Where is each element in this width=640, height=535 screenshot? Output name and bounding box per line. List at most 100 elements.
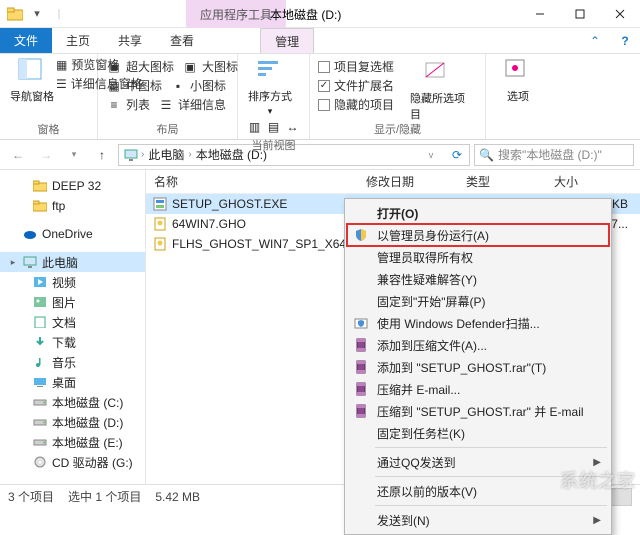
layout-s[interactable]: ▪小图标 <box>170 77 226 94</box>
menu-item[interactable]: 通过QQ发送到▶ <box>347 451 609 473</box>
menu-item[interactable]: 压缩到 "SETUP_GHOST.rar" 并 E-mail <box>347 400 609 422</box>
nav-item[interactable]: 音乐 <box>0 352 145 372</box>
column-headers[interactable]: 名称 修改日期 类型 大小 <box>146 170 640 194</box>
nav-item-label: 本地磁盘 (D:) <box>52 414 123 431</box>
size-columns-icon[interactable]: ↔ <box>285 119 301 135</box>
nav-item[interactable]: 本地磁盘 (E:) <box>0 432 145 452</box>
menu-item[interactable]: 管理员取得所有权 <box>347 246 609 268</box>
close-button[interactable] <box>600 0 640 28</box>
nav-item[interactable]: ▸网络 <box>0 480 145 484</box>
layout-l[interactable]: ▣大图标 <box>182 58 238 75</box>
help-button[interactable]: ? <box>610 28 640 53</box>
group-showhide-label: 显示/隐藏 <box>318 121 477 137</box>
nav-item[interactable]: 视频 <box>0 272 145 292</box>
group-by-icon[interactable]: ▥ <box>247 119 263 135</box>
view-icons-button[interactable] <box>610 488 632 506</box>
menu-item[interactable]: 打开(O) <box>347 202 609 224</box>
status-selection: 选中 1 个项目 <box>68 488 141 505</box>
nav-item[interactable]: ▸此电脑 <box>0 252 145 272</box>
col-size[interactable]: 大小 <box>546 173 640 190</box>
col-type[interactable]: 类型 <box>458 173 546 190</box>
qat-divider: | <box>50 5 68 23</box>
col-name[interactable]: 名称 <box>146 173 358 190</box>
nav-item[interactable]: 文档 <box>0 312 145 332</box>
menu-item-label: 发送到(N) <box>377 512 430 529</box>
tab-view[interactable]: 查看 <box>156 28 208 53</box>
menu-item-label: 还原以前的版本(V) <box>377 483 477 500</box>
refresh-button[interactable]: ⟳ <box>445 143 469 167</box>
drive-icon <box>32 394 48 410</box>
menu-item[interactable]: 添加到压缩文件(A)... <box>347 334 609 356</box>
menu-item[interactable]: 还原以前的版本(V) <box>347 480 609 502</box>
nav-item-label: CD 驱动器 (G:) <box>52 454 133 471</box>
details-pane-button[interactable]: ☰详细信息窗格 <box>56 75 89 92</box>
nav-item-label: 本地磁盘 (C:) <box>52 394 123 411</box>
defender-icon <box>353 315 369 331</box>
nav-item-label: 网络 <box>42 482 66 485</box>
layout-details[interactable]: ☰详细信息 <box>158 96 226 113</box>
preview-pane-button[interactable]: ▦预览窗格 <box>56 56 89 73</box>
nav-pane-button[interactable]: 导航窗格 <box>8 58 56 104</box>
menu-item-label: 以管理员身份运行(A) <box>377 227 489 244</box>
shield-icon <box>353 227 369 243</box>
layout-m[interactable]: ▦中图标 <box>106 77 162 94</box>
tab-home[interactable]: 主页 <box>52 28 104 53</box>
layout-list[interactable]: ≡列表 <box>106 96 150 113</box>
menu-item[interactable]: 压缩并 E-mail... <box>347 378 609 400</box>
options-button[interactable]: 选项 <box>494 58 542 104</box>
col-date[interactable]: 修改日期 <box>358 173 458 190</box>
nav-item-label: DEEP 32 <box>52 179 101 193</box>
group-panes-label: 窗格 <box>8 121 89 137</box>
ribbon-collapse-button[interactable]: ⌃ <box>580 28 610 53</box>
crumb-root[interactable]: 此电脑 <box>146 146 186 163</box>
menu-item-label: 打开(O) <box>377 205 418 222</box>
menu-item[interactable]: 固定到任务栏(K) <box>347 422 609 444</box>
downloads-icon <box>32 334 48 350</box>
menu-item-label: 添加到 "SETUP_GHOST.rar"(T) <box>377 359 546 376</box>
menu-item[interactable]: 以管理员身份运行(A) <box>347 224 609 246</box>
folder-icon <box>32 198 48 214</box>
sort-button[interactable]: 排序方式▾ <box>246 58 294 117</box>
back-button[interactable]: ← <box>6 143 30 167</box>
tab-manage[interactable]: 管理 <box>260 28 314 53</box>
nav-item[interactable]: 下载 <box>0 332 145 352</box>
add-columns-icon[interactable]: ▤ <box>266 119 282 135</box>
history-dropdown[interactable]: v <box>419 143 443 167</box>
nav-item[interactable]: 本地磁盘 (D:) <box>0 412 145 432</box>
nav-item[interactable]: 桌面 <box>0 372 145 392</box>
file-name: 64WIN7.GHO <box>172 217 372 231</box>
submenu-arrow-icon: ▶ <box>593 515 601 526</box>
nav-item[interactable]: DEEP 32 <box>0 176 145 196</box>
ribbon-tabs: 文件 主页 共享 查看 管理 ⌃ ? <box>0 28 640 54</box>
docs-icon <box>32 314 48 330</box>
nav-item-label: ftp <box>52 199 65 213</box>
menu-item[interactable]: 使用 Windows Defender扫描... <box>347 312 609 334</box>
menu-item[interactable]: 兼容性疑难解答(Y) <box>347 268 609 290</box>
menu-item[interactable]: 发送到(N) ▶ <box>347 509 609 531</box>
nav-item[interactable]: CD 驱动器 (G:) <box>0 452 145 472</box>
nav-item-label: 此电脑 <box>42 254 78 271</box>
maximize-button[interactable] <box>560 0 600 28</box>
nav-item[interactable]: ftp <box>0 196 145 216</box>
nav-tree[interactable]: DEEP 32 ftp OneDrive ▸此电脑视频图片文档下载音乐桌面本地磁盘 (… <box>0 170 146 484</box>
tab-share[interactable]: 共享 <box>104 28 156 53</box>
recent-button[interactable]: ▾ <box>62 143 86 167</box>
music-icon <box>32 354 48 370</box>
drive-icon <box>32 434 48 450</box>
nav-item[interactable]: 图片 <box>0 292 145 312</box>
minimize-button[interactable] <box>520 0 560 28</box>
qat-toggle-icon[interactable]: ▾ <box>28 5 46 23</box>
menu-item-label: 兼容性疑难解答(Y) <box>377 271 477 288</box>
search-input[interactable]: 🔍 搜索"本地磁盘 (D:)" <box>474 144 634 166</box>
nav-item[interactable]: 本地磁盘 (C:) <box>0 392 145 412</box>
menu-item[interactable]: 添加到 "SETUP_GHOST.rar"(T) <box>347 356 609 378</box>
up-button[interactable]: ↑ <box>90 143 114 167</box>
window-title: 本地磁盘 (D:) <box>270 0 341 28</box>
hide-selected-button[interactable]: 隐藏所选项目 <box>410 60 466 122</box>
tab-file[interactable]: 文件 <box>0 28 52 53</box>
title-bar: ▾ | 应用程序工具 本地磁盘 (D:) <box>0 0 640 28</box>
nav-item[interactable]: OneDrive <box>0 224 145 244</box>
menu-item[interactable]: 固定到"开始"屏幕(P) <box>347 290 609 312</box>
pc-icon <box>123 147 139 163</box>
layout-xl[interactable]: ▣超大图标 <box>106 58 174 75</box>
